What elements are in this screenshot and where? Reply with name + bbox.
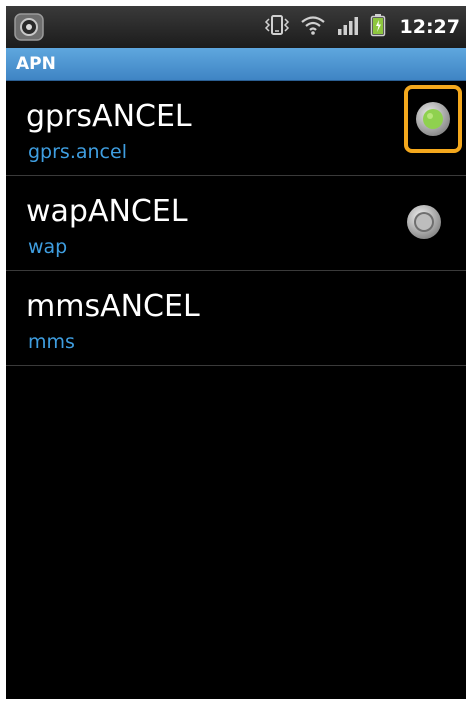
status-icons: 12:27 xyxy=(264,6,460,48)
status-clock: 12:27 xyxy=(399,16,460,38)
signal-icon xyxy=(336,14,360,40)
apn-item-mmsancel[interactable]: mmsANCEL mms xyxy=(6,271,466,366)
apn-list: gprsANCEL gprs.ancel wapANCEL wap mmsANC… xyxy=(6,81,466,366)
radio-button-selected[interactable] xyxy=(415,101,451,137)
apn-value: gprs.ancel xyxy=(28,141,127,163)
page-title: APN xyxy=(16,54,56,74)
apn-item-wapancel[interactable]: wapANCEL wap xyxy=(6,176,466,271)
vibrate-icon xyxy=(264,14,290,40)
app-notification-icon[interactable] xyxy=(14,13,44,41)
status-bar: 12:27 xyxy=(6,6,466,48)
radio-button-unselected[interactable] xyxy=(406,204,442,240)
phone-screen: 12:27 APN gprsANCEL gprs.ancel wapANCEL … xyxy=(6,6,466,699)
apn-value: wap xyxy=(28,236,68,258)
apn-item-gprsancel[interactable]: gprsANCEL gprs.ancel xyxy=(6,81,466,176)
apn-value: mms xyxy=(28,331,75,353)
title-bar: APN xyxy=(6,48,466,81)
apn-name: gprsANCEL xyxy=(26,99,192,134)
radio-focus-highlight xyxy=(404,85,462,153)
battery-icon xyxy=(370,13,386,41)
apn-name: wapANCEL xyxy=(26,194,188,229)
apn-name: mmsANCEL xyxy=(26,289,200,324)
wifi-icon xyxy=(300,14,326,40)
